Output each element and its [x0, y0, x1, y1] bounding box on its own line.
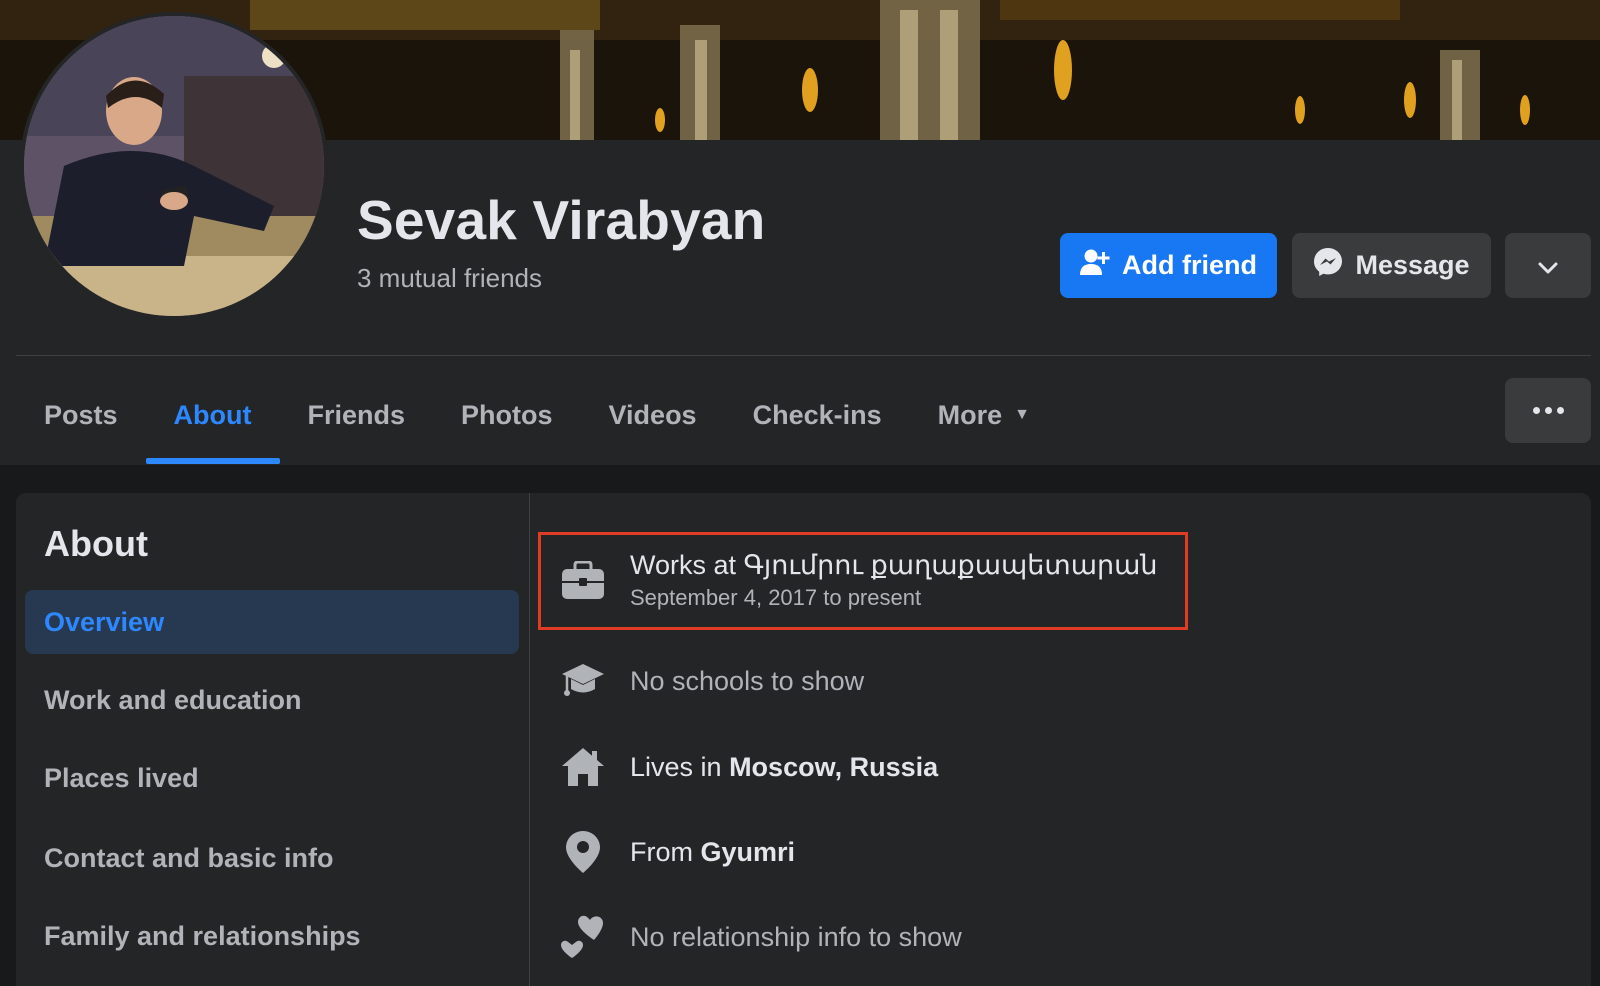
message-label: Message	[1355, 250, 1470, 280]
messenger-icon	[1313, 247, 1343, 284]
about-nav-work-education[interactable]: Work and education	[25, 668, 519, 732]
about-heading: About	[44, 523, 148, 564]
tab-videos[interactable]: Videos	[581, 366, 725, 464]
mutual-friends-link[interactable]: 3 mutual friends	[357, 263, 542, 294]
more-options-button[interactable]	[1505, 378, 1591, 443]
profile-name: Sevak Virabyan	[357, 189, 766, 251]
tab-posts[interactable]: Posts	[16, 366, 146, 464]
ellipsis-icon	[1532, 407, 1564, 414]
lives-place-link[interactable]: Moscow, Russia	[729, 752, 938, 782]
profile-actions-dropdown[interactable]	[1505, 233, 1591, 298]
relationship-info-row: No relationship info to show	[558, 912, 962, 962]
about-nav-family-relationships[interactable]: Family and relationships	[25, 904, 519, 968]
profile-avatar[interactable]	[20, 12, 328, 320]
message-button[interactable]: Message	[1292, 233, 1491, 298]
about-sidebar: About Overview Work and education Places…	[16, 493, 530, 986]
no-schools-text: No schools to show	[630, 665, 865, 696]
about-nav-places-lived[interactable]: Places lived	[25, 746, 519, 810]
tab-friends[interactable]: Friends	[280, 366, 434, 464]
location-pin-icon	[558, 827, 608, 877]
add-friend-button[interactable]: Add friend	[1060, 233, 1277, 298]
tab-more[interactable]: More ▼	[910, 366, 1058, 464]
tab-about[interactable]: About	[145, 366, 280, 464]
header-divider	[16, 355, 1591, 356]
user-plus-icon	[1080, 248, 1110, 283]
chevron-down-icon	[1538, 250, 1558, 281]
hearts-icon	[558, 912, 608, 962]
from-info-row: From Gyumri	[558, 827, 795, 877]
school-info-row: No schools to show	[558, 656, 864, 706]
from-prefix: From	[630, 836, 701, 867]
add-friend-label: Add friend	[1122, 250, 1257, 280]
about-nav-overview[interactable]: Overview	[25, 590, 519, 654]
from-place-link[interactable]: Gyumri	[701, 837, 796, 867]
home-icon	[558, 742, 608, 792]
about-nav-contact-info[interactable]: Contact and basic info	[25, 826, 519, 890]
from-line: From Gyumri	[630, 837, 795, 868]
caret-down-icon: ▼	[1014, 406, 1030, 423]
no-relationship-text: No relationship info to show	[630, 921, 962, 952]
tab-photos[interactable]: Photos	[433, 366, 581, 464]
highlight-box	[538, 532, 1188, 630]
lives-info-row: Lives in Moscow, Russia	[558, 742, 938, 792]
tab-check-ins[interactable]: Check-ins	[725, 366, 910, 464]
tab-more-label: More	[937, 399, 1003, 430]
lives-prefix: Lives in	[630, 751, 730, 782]
profile-tabs: Posts About Friends Photos Videos Check-…	[16, 366, 1058, 464]
graduation-cap-icon	[558, 656, 608, 706]
lives-line: Lives in Moscow, Russia	[630, 752, 938, 783]
